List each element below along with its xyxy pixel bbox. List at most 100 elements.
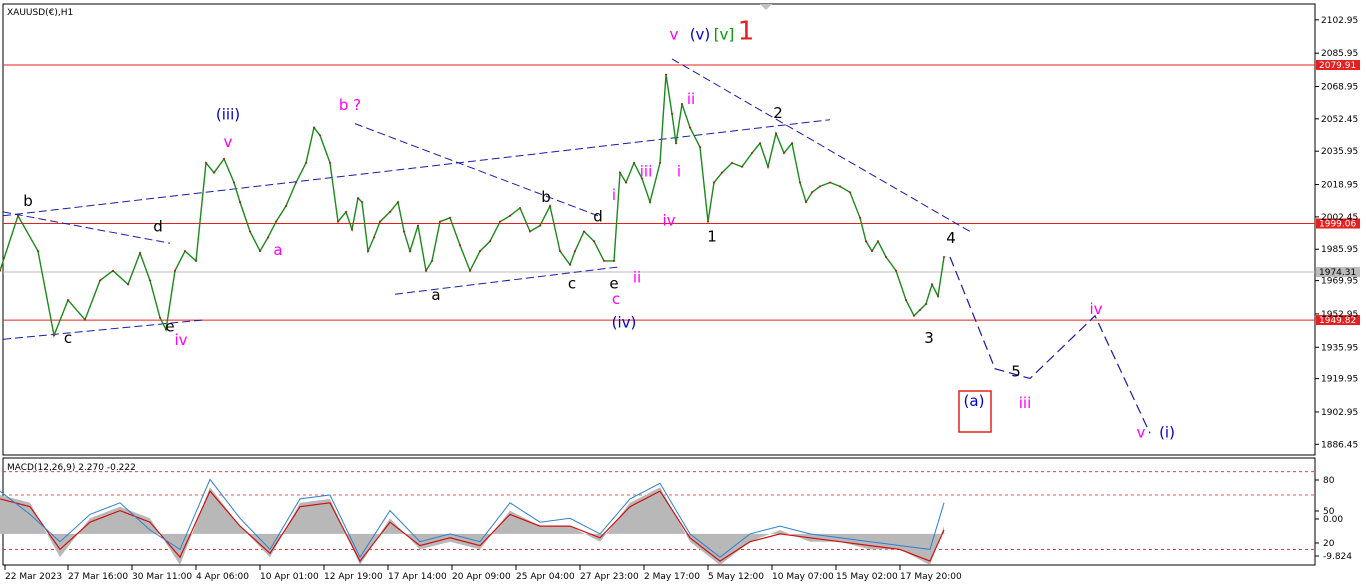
price-point <box>699 146 701 149</box>
wave-label: ii <box>687 90 695 108</box>
price-point <box>345 210 347 213</box>
wave-label: (i) <box>1159 423 1175 441</box>
price-point <box>379 220 381 223</box>
price-y-tick-label: 2102.95 <box>1321 16 1358 26</box>
x-tick-label: 10 Apr 01:00 <box>260 572 319 582</box>
price-point <box>489 240 491 243</box>
wave-label: 2 <box>773 104 783 122</box>
price-point <box>313 126 315 129</box>
price-point <box>791 142 793 145</box>
wave-label: 3 <box>924 329 934 347</box>
price-y-tick-label: 1952.95 <box>1321 310 1358 320</box>
price-point <box>174 269 176 272</box>
x-tick-label: 10 May 07:00 <box>772 572 834 582</box>
x-tick-label: 2 May 17:00 <box>644 572 700 582</box>
macd-y-tick-label: 20 <box>1323 539 1335 549</box>
price-y-tick-label: 2052.45 <box>1321 115 1358 125</box>
price-point <box>233 181 235 184</box>
price-point <box>805 201 807 204</box>
wave-label: a <box>431 286 440 304</box>
price-y-tick-label: 1919.95 <box>1321 375 1358 385</box>
price-point <box>319 134 321 137</box>
price-point <box>713 181 715 184</box>
price-point <box>829 181 831 184</box>
price-point <box>931 283 933 286</box>
wave-label: iv <box>662 212 675 230</box>
price-point <box>799 181 801 184</box>
wave-label: ii <box>633 268 641 286</box>
price-point <box>707 220 709 223</box>
price-point <box>593 240 595 243</box>
price-point <box>357 197 359 200</box>
wave-label: (v) <box>690 25 711 43</box>
price-point <box>99 279 101 282</box>
x-tick-label: 12 Apr 19:00 <box>324 572 383 582</box>
wave-label: v <box>224 133 233 151</box>
price-point <box>751 152 753 155</box>
wave-label: c <box>568 274 576 292</box>
wave-label: b <box>23 192 33 210</box>
wave-label: iv <box>1089 300 1102 318</box>
price-point <box>783 152 785 155</box>
price-point <box>367 250 369 253</box>
price-point <box>84 318 86 321</box>
price-point <box>149 279 151 282</box>
price-point <box>871 250 873 253</box>
price-point <box>519 206 521 209</box>
price-y-tick-label: 2002.45 <box>1321 213 1358 223</box>
price-point <box>67 299 69 302</box>
price-point <box>439 220 441 223</box>
wave-label: i <box>677 163 681 181</box>
price-point <box>619 171 621 174</box>
wave-label: 1 <box>707 227 717 245</box>
price-point <box>127 283 129 286</box>
price-point <box>559 250 561 253</box>
price-point <box>351 228 353 231</box>
price-point <box>649 201 651 204</box>
wave-label: 4 <box>946 229 956 247</box>
price-point <box>205 161 207 164</box>
x-tick-label: 4 Apr 06:00 <box>196 572 249 582</box>
price-point <box>529 230 531 233</box>
price-point <box>285 204 287 207</box>
price-point <box>689 126 691 129</box>
price-point <box>259 250 261 253</box>
chart-title: XAUUSD(€),H1 <box>7 8 73 18</box>
price-point <box>195 259 197 262</box>
price-point <box>275 220 277 223</box>
price-point <box>877 240 879 243</box>
price-point <box>603 259 605 262</box>
price-y-axis: 2102.95 2085.95 2068.95 2052.45 2035.95 2018.… <box>1315 16 1358 450</box>
time-x-axis: 22 Mar 2023 27 Mar 16:00 30 Mar 11:00 4 Apr… <box>4 565 962 582</box>
wave-label: v <box>670 25 679 43</box>
wave-label: d <box>593 208 603 226</box>
price-point <box>574 250 576 253</box>
wave-label: iii <box>1019 394 1032 412</box>
price-point <box>239 201 241 204</box>
macd-y-tick-label: 80 <box>1323 476 1335 486</box>
price-y-tick-label: 2068.95 <box>1321 82 1358 92</box>
price-point <box>905 299 907 302</box>
price-point <box>389 210 391 213</box>
price-point <box>775 132 777 135</box>
wave-label: d <box>153 217 163 235</box>
price-point <box>919 308 921 311</box>
price-level-label: 2079.91 <box>1319 61 1356 71</box>
price-point <box>819 185 821 188</box>
price-point <box>403 230 405 233</box>
price-point <box>625 181 627 184</box>
price-point <box>305 161 307 164</box>
price-y-tick-label: 1886.45 <box>1321 440 1358 450</box>
price-point <box>633 161 635 164</box>
x-tick-label: 30 Mar 11:00 <box>132 572 192 582</box>
price-point <box>509 214 511 217</box>
x-tick-label: 17 May 20:00 <box>900 572 962 582</box>
wave-label: v <box>1137 423 1146 441</box>
price-point <box>417 224 419 227</box>
price-point <box>895 269 897 272</box>
price-point <box>499 220 501 223</box>
price-point <box>53 334 55 337</box>
macd-y-tick-label: 0.00 <box>1323 515 1343 525</box>
price-y-tick-label: 2018.95 <box>1321 181 1358 191</box>
price-point <box>665 73 667 76</box>
